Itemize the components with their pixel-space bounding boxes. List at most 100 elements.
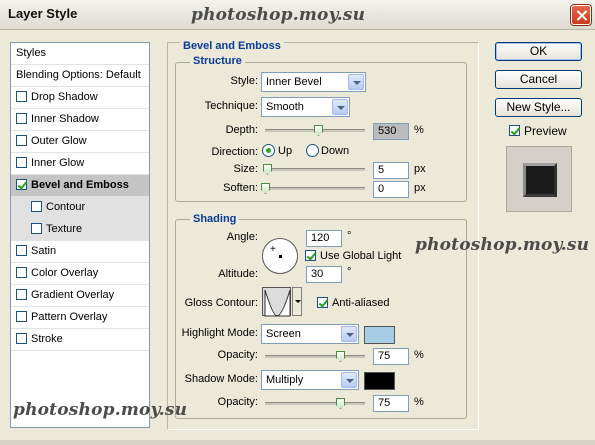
use-global-light-checkbox[interactable] [305, 250, 316, 261]
style-checkbox[interactable] [16, 245, 27, 256]
style-item-label: Blending Options: Default [16, 69, 141, 81]
preview-swatch [523, 163, 557, 197]
style-checkbox[interactable] [16, 135, 27, 146]
style-item-label: Texture [46, 223, 83, 235]
technique-label: Technique: [204, 100, 258, 112]
angle-label: Angle: [226, 231, 258, 243]
gloss-contour-label: Gloss Contour: [184, 297, 258, 309]
shadow-mode-value: Multiply [266, 374, 304, 386]
direction-label: Direction: [211, 146, 258, 158]
ok-button[interactable]: OK [495, 42, 582, 61]
style-item-pattern-overlay[interactable]: Pattern Overlay [11, 307, 149, 329]
watermark: photoshop.moy.su [415, 235, 590, 255]
cancel-button[interactable]: Cancel [495, 70, 582, 89]
preview-label: Preview [524, 124, 567, 138]
gloss-contour-dropdown[interactable] [292, 287, 302, 316]
style-item-contour[interactable]: Contour [11, 197, 149, 219]
style-item-satin[interactable]: Satin [11, 241, 149, 263]
style-preview [506, 146, 572, 212]
style-item-label: Stroke [31, 333, 63, 345]
shadow-opacity-input[interactable]: 75 [373, 395, 409, 412]
highlight-opacity-slider-track[interactable] [265, 355, 365, 358]
soften-slider-track[interactable] [265, 187, 365, 190]
shadow-opacity-unit: % [414, 396, 424, 408]
angle-dial[interactable]: + [262, 238, 298, 274]
style-checkbox[interactable] [16, 113, 27, 124]
style-item-inner-shadow[interactable]: Inner Shadow [11, 109, 149, 131]
window-title: Layer Style [8, 6, 78, 21]
style-select[interactable]: Inner Bevel [261, 72, 366, 92]
preview-checkbox[interactable] [509, 125, 520, 136]
highlight-mode-select[interactable]: Screen [261, 324, 359, 344]
gloss-contour-picker[interactable] [262, 287, 291, 317]
shadow-mode-select[interactable]: Multiply [261, 370, 359, 390]
style-item-texture[interactable]: Texture [11, 219, 149, 241]
direction-down-radio[interactable] [306, 144, 319, 157]
direction-up-label: Up [278, 145, 293, 157]
style-item-label: Gradient Overlay [31, 289, 115, 301]
style-item-label: Color Overlay [31, 267, 99, 279]
shadow-mode-label: Shadow Mode: [184, 373, 258, 385]
window-bottom-border [0, 440, 595, 445]
style-checkbox[interactable] [31, 201, 42, 212]
highlight-opacity-input[interactable]: 75 [373, 348, 409, 365]
highlight-opacity-label: Opacity: [217, 349, 258, 361]
highlight-color-swatch[interactable] [364, 326, 395, 344]
angle-center-dot [279, 255, 282, 258]
soften-label: Soften: [223, 182, 258, 194]
style-item-label: Satin [31, 245, 57, 257]
altitude-input[interactable]: 30 [306, 266, 342, 283]
contour-curve-icon [264, 289, 291, 317]
anti-aliased-checkbox[interactable] [317, 297, 328, 308]
size-label: Size: [233, 163, 258, 175]
style-item-gradient-overlay[interactable]: Gradient Overlay [11, 285, 149, 307]
technique-select-value: Smooth [266, 101, 304, 113]
depth-label: Depth: [225, 124, 258, 136]
style-item-label: Drop Shadow [31, 91, 98, 103]
size-input[interactable]: 5 [373, 162, 409, 179]
shading-title: Shading [190, 213, 240, 225]
chevron-down-icon [332, 99, 348, 115]
style-checkbox[interactable] [16, 311, 27, 322]
style-item-drop-shadow[interactable]: Drop Shadow [11, 87, 149, 109]
style-item-label: Outer Glow [31, 135, 87, 147]
chevron-down-icon [348, 74, 364, 90]
style-item-inner-glow[interactable]: Inner Glow [11, 153, 149, 175]
direction-up-radio[interactable] [262, 144, 275, 157]
style-item-label: Contour [46, 201, 86, 213]
style-item-blending-options-default[interactable]: Blending Options: Default [11, 65, 149, 87]
soften-unit: px [414, 182, 426, 194]
watermark: photoshop.moy.su [13, 400, 188, 420]
style-checkbox[interactable] [16, 267, 27, 278]
shadow-opacity-slider-track[interactable] [265, 402, 365, 405]
highlight-mode-value: Screen [266, 328, 301, 340]
style-checkbox[interactable] [31, 223, 42, 234]
style-label: Style: [230, 75, 258, 87]
structure-title: Structure [190, 55, 245, 67]
depth-input[interactable]: 530 [373, 123, 409, 140]
technique-select[interactable]: Smooth [261, 97, 350, 117]
crosshair-icon: + [270, 244, 276, 255]
size-slider-track[interactable] [265, 168, 365, 171]
style-item-styles[interactable]: Styles [11, 43, 149, 65]
angle-input[interactable]: 120 [306, 230, 342, 247]
section-title: Bevel and Emboss [180, 40, 284, 52]
style-checkbox[interactable] [16, 333, 27, 344]
style-checkbox[interactable] [16, 157, 27, 168]
shadow-color-swatch[interactable] [364, 372, 395, 390]
style-checkbox[interactable] [16, 179, 27, 190]
shadow-opacity-label: Opacity: [217, 396, 258, 408]
style-item-bevel-and-emboss[interactable]: Bevel and Emboss [11, 175, 149, 197]
watermark: photoshop.moy.su [191, 5, 366, 25]
styles-list: Styles Blending Options: Default Drop Shad… [10, 42, 150, 428]
style-item-label: Bevel and Emboss [31, 179, 129, 191]
style-checkbox[interactable] [16, 91, 27, 102]
style-item-color-overlay[interactable]: Color Overlay [11, 263, 149, 285]
close-icon[interactable] [571, 5, 591, 25]
style-item-stroke[interactable]: Stroke [11, 329, 149, 351]
soften-input[interactable]: 0 [373, 181, 409, 198]
style-checkbox[interactable] [16, 289, 27, 300]
style-item-outer-glow[interactable]: Outer Glow [11, 131, 149, 153]
style-item-label: Inner Glow [31, 157, 85, 169]
new-style-button[interactable]: New Style... [495, 98, 582, 117]
